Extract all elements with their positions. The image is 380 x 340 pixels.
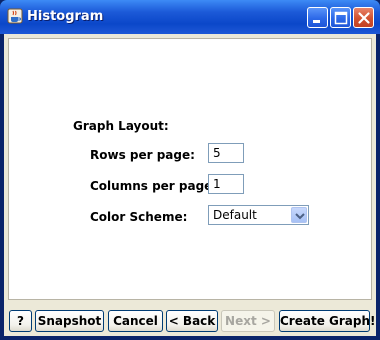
title-bar[interactable]: Histogram xyxy=(0,0,380,34)
help-button[interactable]: ? xyxy=(9,310,32,332)
back-button[interactable]: < Back xyxy=(166,310,218,332)
maximize-button[interactable] xyxy=(330,7,351,28)
maximize-icon xyxy=(334,11,348,25)
histogram-window: Histogram Graph Layout: Rows per page: C… xyxy=(0,0,380,340)
rows-per-page-label: Rows per page: xyxy=(90,148,195,162)
color-scheme-select[interactable]: Default xyxy=(208,205,309,225)
columns-per-page-input[interactable] xyxy=(208,174,244,194)
cancel-button[interactable]: Cancel xyxy=(108,310,163,332)
minimize-icon xyxy=(313,20,320,23)
color-scheme-label: Color Scheme: xyxy=(90,210,188,224)
columns-per-page-label: Columns per page: xyxy=(90,179,218,193)
close-icon xyxy=(358,12,370,24)
create-graph-button[interactable]: Create Graph! xyxy=(279,310,375,332)
graph-layout-heading: Graph Layout: xyxy=(73,119,169,133)
next-button[interactable]: Next > xyxy=(221,310,275,332)
snapshot-button[interactable]: Snapshot xyxy=(35,310,104,332)
window-title: Histogram xyxy=(27,9,104,24)
close-button[interactable] xyxy=(353,7,374,28)
graph-layout-panel: Graph Layout: Rows per page: Columns per… xyxy=(8,38,372,300)
java-cup-icon xyxy=(7,8,23,24)
color-scheme-value: Default xyxy=(213,208,257,222)
minimize-button[interactable] xyxy=(307,7,328,28)
chevron-down-icon[interactable] xyxy=(291,207,307,223)
rows-per-page-input[interactable] xyxy=(208,143,244,163)
dialog-body: Graph Layout: Rows per page: Columns per… xyxy=(4,34,376,336)
